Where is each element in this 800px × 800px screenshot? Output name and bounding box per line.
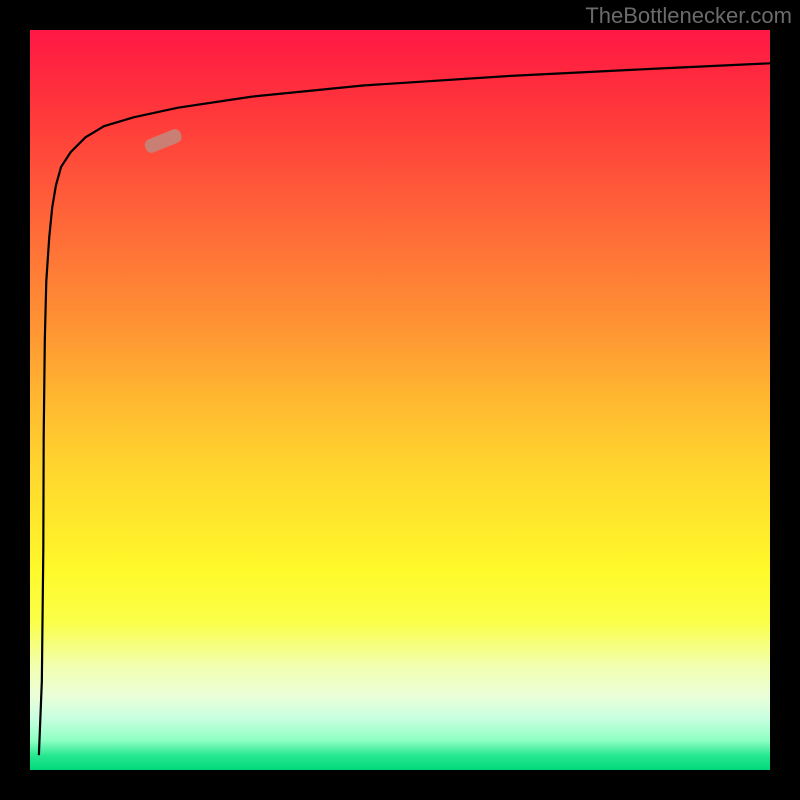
chart-plot-area: [30, 30, 770, 770]
watermark-text: TheBottlenecker.com: [585, 3, 792, 29]
